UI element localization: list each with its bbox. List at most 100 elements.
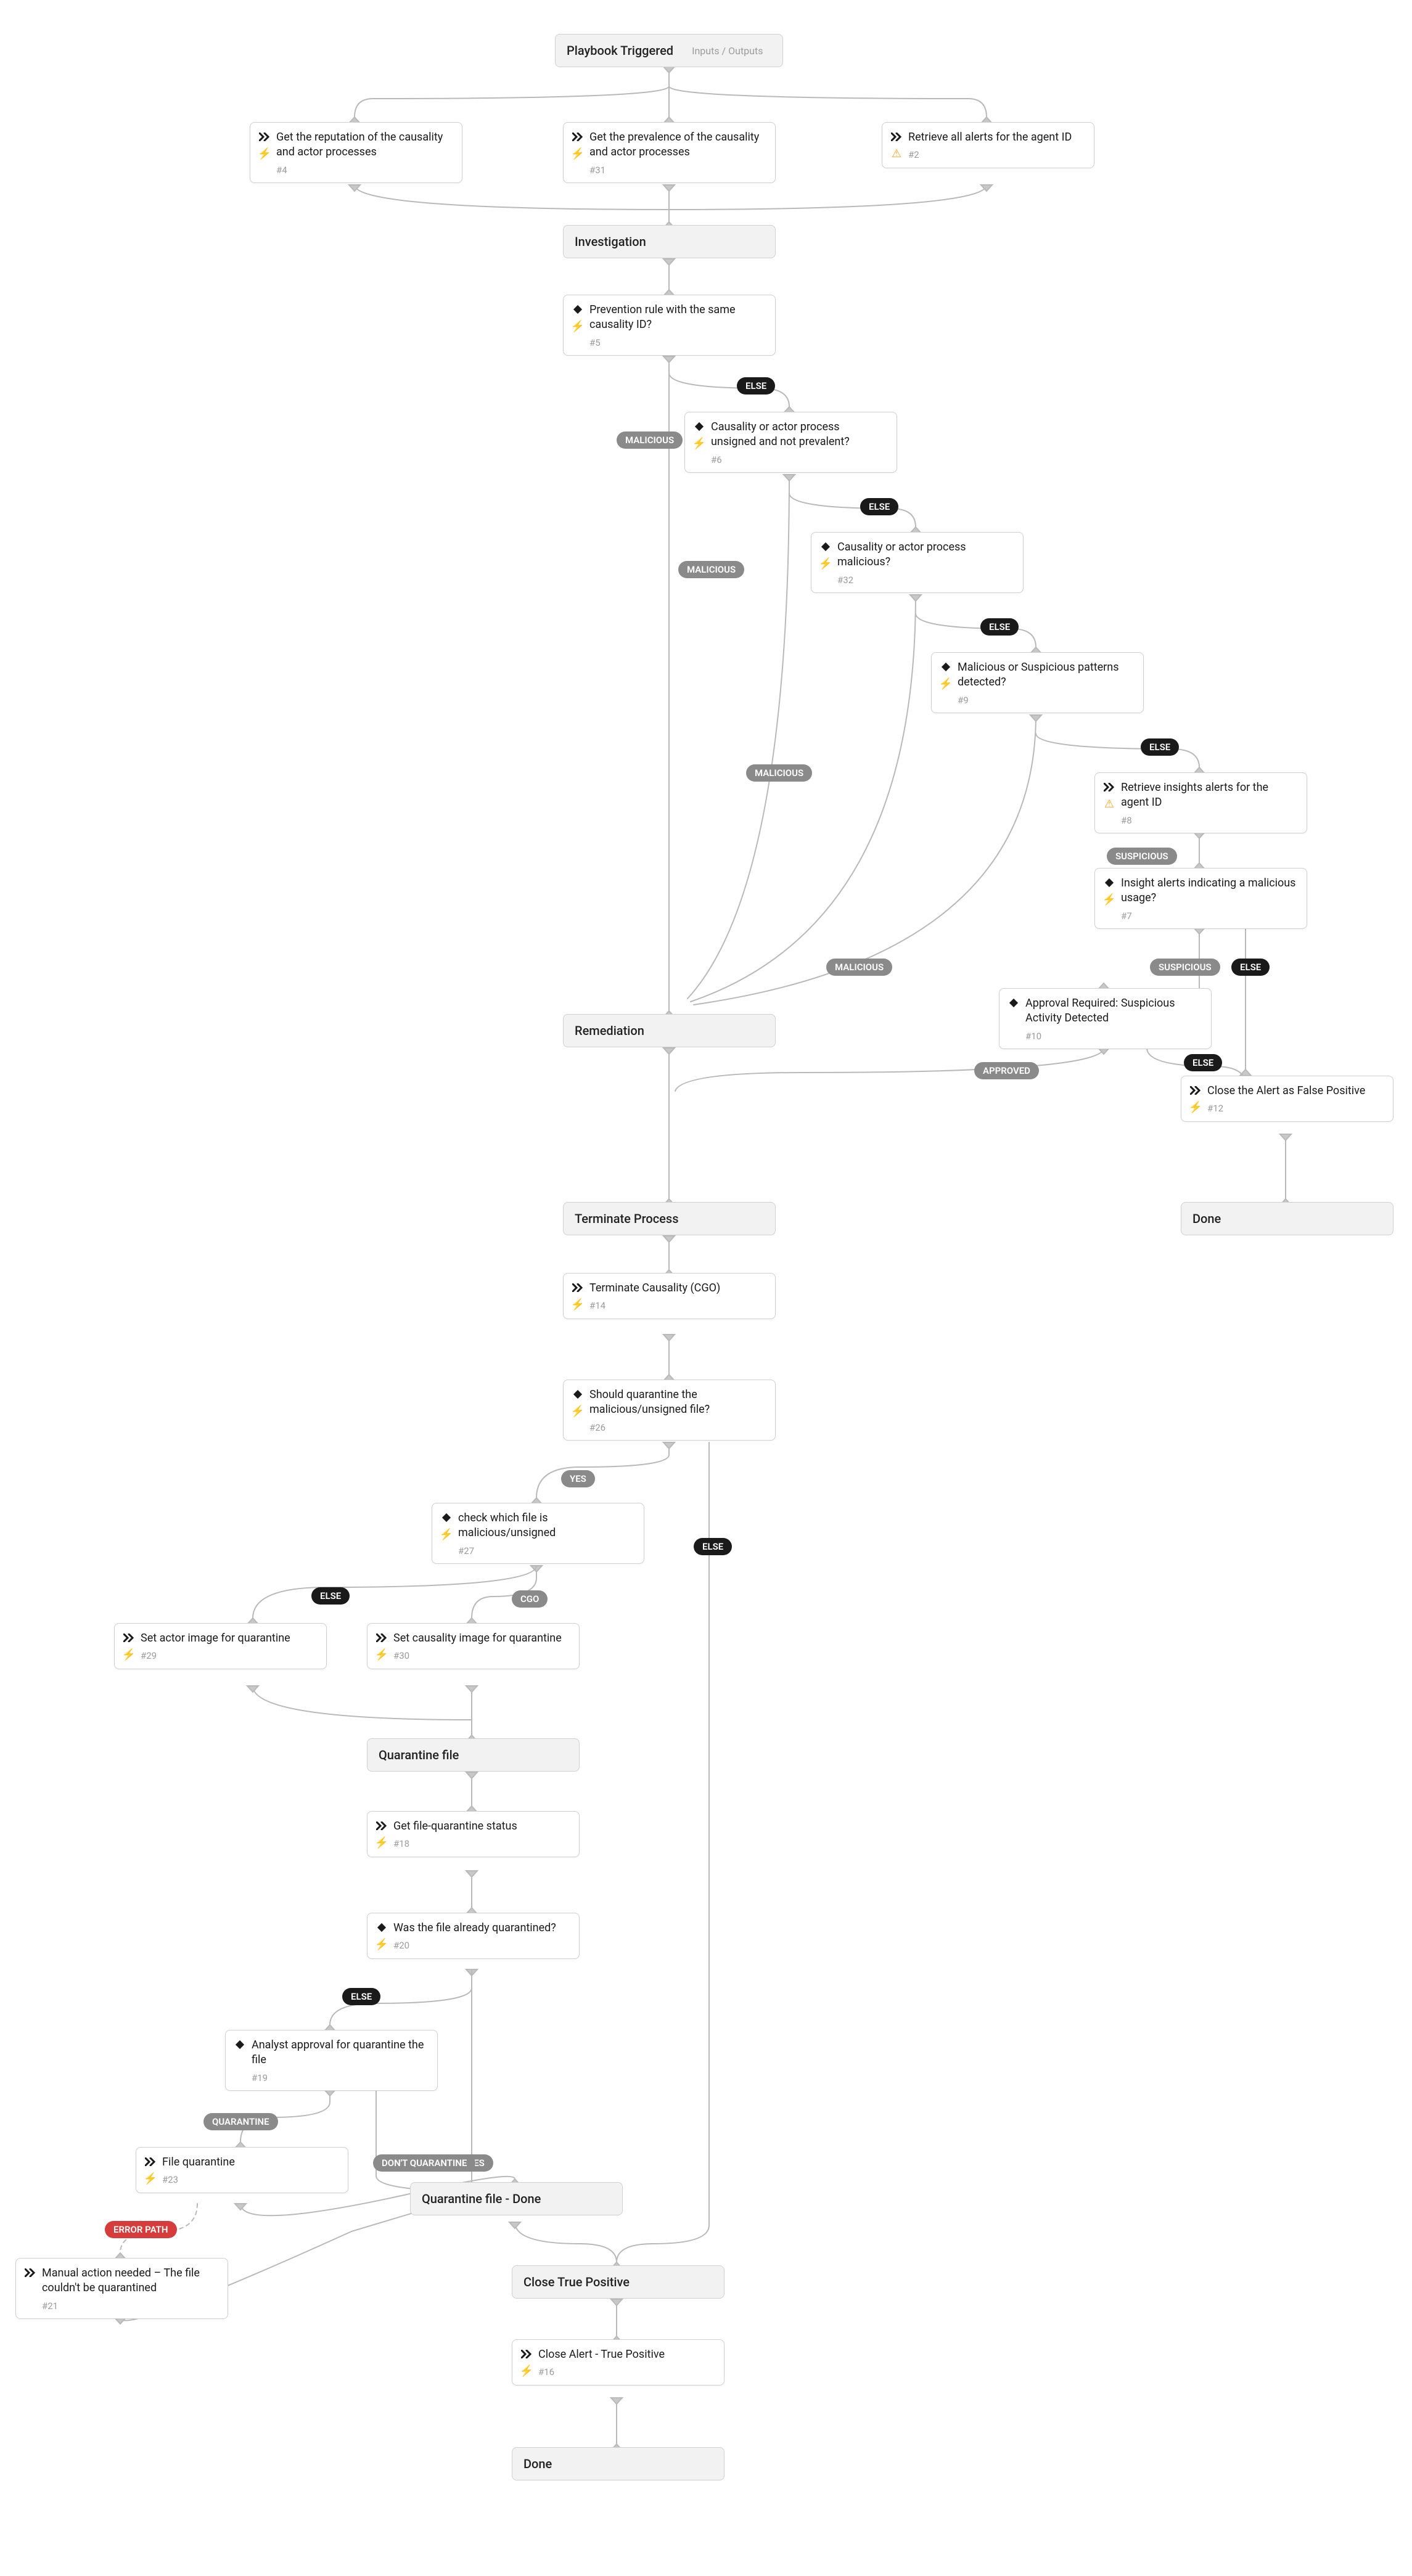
done-fp-label: Done (1192, 1211, 1221, 1226)
task-prevalence-title: Get the prevalence of the causality and … (589, 130, 765, 160)
diamond-icon (819, 540, 832, 554)
playbook-triggered-header[interactable]: Playbook Triggered Inputs / Outputs (555, 34, 783, 67)
remediation-section[interactable]: Remediation (563, 1014, 776, 1047)
cond-unsigned-id: #6 (711, 454, 887, 466)
cond-process-malicious[interactable]: ⚡ Causality or actor process malicious? … (811, 532, 1024, 593)
close-true-positive-section[interactable]: Close True Positive (512, 2265, 724, 2299)
task-retrieve-alerts-title: Retrieve all alerts for the agent ID (908, 130, 1084, 145)
task-set-causality-image-id: #30 (393, 1650, 569, 1662)
bolt-icon: ⚡ (692, 437, 706, 451)
task-set-actor-image[interactable]: ⚡ Set actor image for quarantine #29 (114, 1623, 327, 1669)
cond-prevention-rule-title: Prevention rule with the same causality … (589, 303, 765, 333)
inputs-outputs-link[interactable]: Inputs / Outputs (692, 45, 763, 57)
edge-label-yes: YES (561, 1470, 595, 1487)
task-retrieve-insights-id: #8 (1121, 814, 1297, 827)
cond-which-file-title: check which file is malicious/unsigned (458, 1511, 634, 1541)
bolt-icon: ⚡ (819, 557, 832, 571)
approval-suspicious-id: #10 (1025, 1030, 1201, 1042)
edge-label-cgo: CGO (512, 1590, 548, 1608)
cond-should-quarantine[interactable]: ⚡ Should quarantine the malicious/unsign… (563, 1380, 776, 1441)
task-reputation[interactable]: ⚡ Get the reputation of the causality an… (250, 122, 462, 183)
task-set-causality-image[interactable]: ⚡ Set causality image for quarantine #30 (367, 1623, 580, 1669)
done-main-section[interactable]: Done (512, 2447, 724, 2480)
diamond-icon (692, 420, 706, 433)
task-retrieve-alerts-id: #2 (908, 149, 1084, 161)
edge-label-quarantine: QUARANTINE (203, 2113, 278, 2130)
bolt-icon: ⚡ (571, 320, 585, 333)
bolt-icon: ⚡ (571, 147, 585, 161)
bolt-icon: ⚡ (939, 677, 953, 691)
task-close-tp-title: Close Alert - True Positive (538, 2347, 714, 2362)
bolt-icon: ⚡ (122, 1648, 136, 1662)
diamond-icon (233, 2038, 247, 2051)
approval-suspicious[interactable]: Approval Required: Suspicious Activity D… (999, 988, 1212, 1049)
edge-label-else: ELSE (1141, 738, 1179, 756)
cond-unsigned-notprevalent[interactable]: ⚡ Causality or actor process unsigned an… (684, 412, 897, 473)
terminate-process-label: Terminate Process (575, 1211, 678, 1226)
approval-analyst-quarantine-id: #19 (252, 2072, 427, 2084)
edge-label-else: ELSE (980, 618, 1019, 636)
quarantine-file-done-label: Quarantine file - Done (422, 2191, 541, 2206)
diamond-icon (375, 1921, 388, 1934)
cond-process-malicious-title: Causality or actor process malicious? (837, 540, 1013, 570)
investigation-section[interactable]: Investigation (563, 225, 776, 258)
bolt-icon: ⚡ (375, 1938, 388, 1952)
task-get-quarantine-status[interactable]: ⚡ Get file-quarantine status #18 (367, 1811, 580, 1857)
task-prevalence-id: #31 (589, 164, 765, 176)
task-manual-action[interactable]: Manual action needed – The file couldn't… (15, 2258, 228, 2319)
quarantine-file-section[interactable]: Quarantine file (367, 1738, 580, 1772)
bolt-icon: ⚡ (571, 1298, 585, 1312)
edge-label-else: ELSE (342, 1988, 380, 2005)
cond-should-quarantine-title: Should quarantine the malicious/unsigned… (589, 1388, 765, 1418)
edge-label-error-path: ERROR PATH (105, 2221, 177, 2238)
task-terminate-causality[interactable]: ⚡ Terminate Causality (CGO) #14 (563, 1273, 776, 1319)
bolt-icon: ⚡ (1189, 1101, 1202, 1114)
edge-label-suspicious: SUSPICIOUS (1150, 959, 1220, 976)
task-prevalence[interactable]: ⚡ Get the prevalence of the causality an… (563, 122, 776, 183)
cond-already-quarantined-id: #20 (393, 1939, 569, 1952)
bolt-icon: ⚡ (375, 1836, 388, 1850)
chevrons-icon (520, 2347, 533, 2361)
cond-insight-alerts[interactable]: ⚡ Insight alerts indicating a malicious … (1094, 868, 1307, 929)
task-close-true-positive[interactable]: ⚡ Close Alert - True Positive #16 (512, 2339, 724, 2386)
done-fp-section[interactable]: Done (1181, 1202, 1394, 1235)
cond-which-file[interactable]: ⚡ check which file is malicious/unsigned… (432, 1503, 644, 1564)
diamond-icon (440, 1511, 453, 1524)
cond-already-quarantined-title: Was the file already quarantined? (393, 1921, 569, 1936)
cond-patterns-title: Malicious or Suspicious patterns detecte… (958, 660, 1133, 690)
task-file-quarantine[interactable]: ⚡ File quarantine #23 (136, 2147, 348, 2193)
bolt-icon: ⚡ (375, 1648, 388, 1662)
chevrons-icon (375, 1819, 388, 1833)
task-set-actor-image-title: Set actor image for quarantine (141, 1631, 316, 1646)
remediation-label: Remediation (575, 1023, 644, 1038)
bolt-icon: ⚡ (571, 1405, 585, 1418)
quarantine-file-done-section[interactable]: Quarantine file - Done (410, 2182, 623, 2215)
bolt-icon: ⚡ (144, 2172, 157, 2186)
chevrons-icon (571, 1281, 585, 1294)
edge-label-else: ELSE (311, 1587, 350, 1605)
task-close-tp-id: #16 (538, 2366, 714, 2378)
cond-patterns-id: #9 (958, 694, 1133, 706)
diamond-icon (571, 1388, 585, 1401)
cond-already-quarantined[interactable]: ⚡ Was the file already quarantined? #20 (367, 1913, 580, 1959)
warning-icon: ⚠ (890, 147, 903, 161)
cond-patterns-detected[interactable]: ⚡ Malicious or Suspicious patterns detec… (931, 652, 1144, 713)
task-close-false-positive[interactable]: ⚡ Close the Alert as False Positive #12 (1181, 1076, 1394, 1122)
edge-label-malicious: MALICIOUS (746, 764, 812, 782)
task-file-quarantine-title: File quarantine (162, 2155, 338, 2170)
task-terminate-causality-id: #14 (589, 1299, 765, 1312)
approval-analyst-quarantine[interactable]: Analyst approval for quarantine the file… (225, 2030, 438, 2091)
bolt-icon: ⚡ (520, 2365, 533, 2378)
edge-label-malicious: MALICIOUS (617, 431, 683, 449)
task-reputation-id: #4 (276, 164, 452, 176)
chevrons-icon (1189, 1084, 1202, 1097)
task-retrieve-insights[interactable]: ⚠ Retrieve insights alerts for the agent… (1094, 772, 1307, 833)
terminate-process-section[interactable]: Terminate Process (563, 1202, 776, 1235)
edge-label-else: ELSE (860, 498, 898, 515)
edge-label-approved: APPROVED (974, 1062, 1039, 1079)
diamond-icon (1007, 996, 1020, 1010)
chevrons-icon (23, 2266, 37, 2280)
task-retrieve-alerts[interactable]: ⚠ Retrieve all alerts for the agent ID #… (882, 122, 1094, 168)
edge-label-else: ELSE (1184, 1054, 1222, 1071)
cond-prevention-rule[interactable]: ⚡ Prevention rule with the same causalit… (563, 295, 776, 356)
